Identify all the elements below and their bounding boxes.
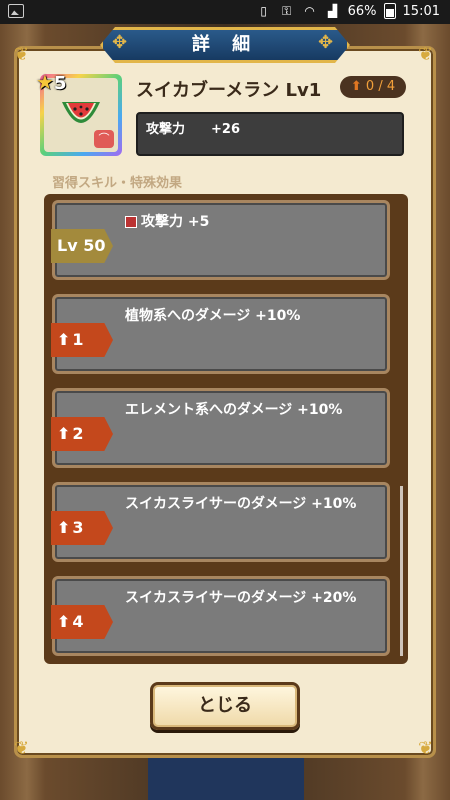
battery-percent: 66% [347,3,377,19]
stat-label: 攻撃力 [146,122,186,137]
page-title: 詳 細 [100,27,350,63]
skill-text: 攻撃力 +5 [125,211,209,231]
clock: 15:01 [402,3,440,19]
up-arrow-icon: ⬆ [57,612,71,631]
list-item: ⬆ 2 エレメント系へのダメージ +10% [51,388,390,468]
upgrade-tag: ⬆ 4 [51,605,113,639]
level-tag: Lv 50 [51,229,113,263]
upgrade-tag: ⬆ 1 [51,323,113,357]
item-name: スイカブーメラン Lv1 [136,80,322,101]
status-bar: ▯ ⚿ ◠ ▟ 66% 15:01 [0,0,450,24]
up-arrow-icon: ⬆ [350,79,362,94]
skill-text: 植物系へのダメージ +10% [125,308,301,324]
rarity-stars: ★5 [36,70,66,94]
section-label: 習得スキル・特殊効果 [52,176,183,191]
up-arrow-icon: ⬆ [57,518,71,537]
vibrate-icon: ▯ [260,4,267,18]
upgrade-tag-value: 4 [72,612,84,631]
list-item: Lv 50 攻撃力 +5 [51,200,390,280]
corner-ornament-icon: ❦ [14,44,30,65]
upgrade-tag: ⬆ 2 [51,417,113,451]
up-arrow-icon: ⬆ [57,330,71,349]
close-button[interactable]: とじる [150,682,300,730]
star-icon: ★ [36,70,54,94]
skill-text-value: 攻撃力 +5 [141,214,210,230]
corner-ornament-icon: ❦ [14,738,30,759]
background-button [148,752,304,800]
signal-icon: ▟ [328,4,338,18]
stat-box: 攻撃力 +26 [136,112,404,156]
rarity-value: 5 [53,73,67,94]
upgrade-tag-value: 2 [72,424,84,443]
title-ornament-icon: ✥ [112,32,128,53]
list-item: ⬆ 1 植物系へのダメージ +10% [51,294,390,374]
key-icon: ⚿ [282,4,292,18]
skill-text: エレメント系へのダメージ +10% [125,402,343,418]
corner-ornament-icon: ❦ [418,44,434,65]
list-item: ⬆ 3 スイカスライサーのダメージ +10% [51,482,390,562]
upgrade-value: 0 / 4 [365,79,396,94]
skill-text: スイカスライサーのダメージ +10% [125,496,357,512]
attack-icon [125,216,137,228]
skill-text: スイカスライサーのダメージ +20% [125,590,357,606]
upgrade-tag: ⬆ 3 [51,511,113,545]
upgrade-counter: ⬆ 0 / 4 [340,76,406,98]
image-icon [8,4,24,18]
scrollbar[interactable] [400,486,403,656]
skill-list[interactable]: Lv 50 攻撃力 +5 ⬆ 1 植物系へのダメージ +10% ⬆ 2 エレメント系… [44,194,408,664]
title-ornament-icon: ✥ [318,32,334,53]
upgrade-tag-value: 1 [72,330,84,349]
upgrade-tag-value: 3 [72,518,84,537]
wifi-icon: ◠ [304,4,315,18]
battery-icon [383,3,396,19]
boomerang-type-icon: ⌒ [94,130,114,148]
corner-ornament-icon: ❦ [418,738,434,759]
stat-value: +26 [211,122,240,137]
up-arrow-icon: ⬆ [57,424,71,443]
list-item: ⬆ 4 スイカスライサーのダメージ +20% [51,576,390,656]
